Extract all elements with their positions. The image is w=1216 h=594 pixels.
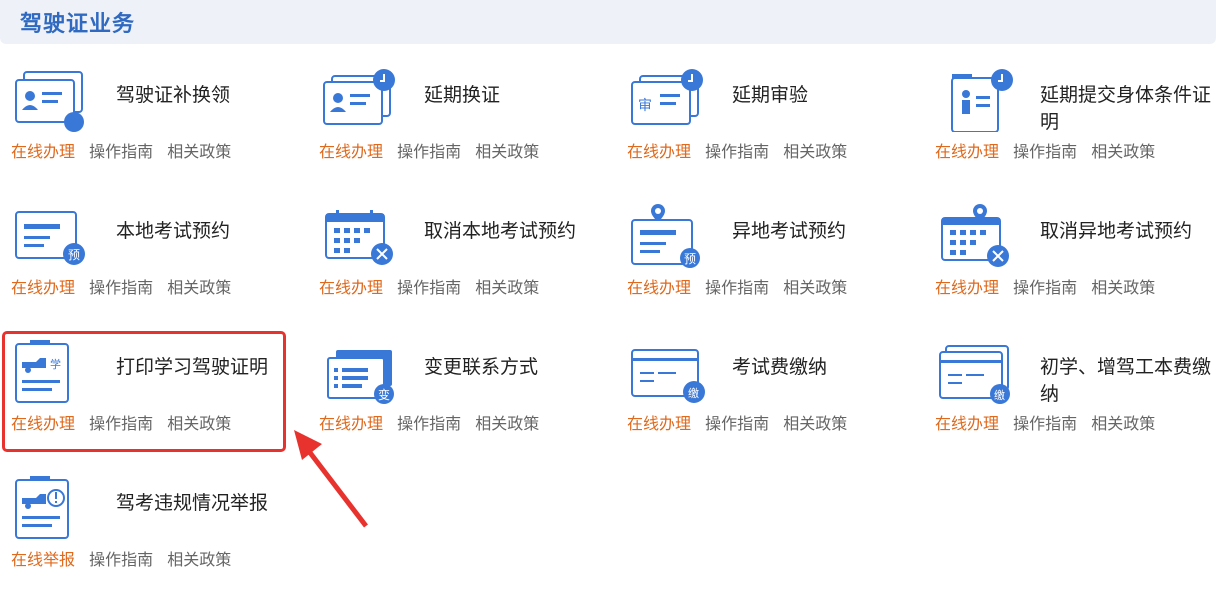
remote-exam-booking-icon: 预 (631, 204, 700, 268)
guide-link[interactable]: 操作指南 (1013, 142, 1077, 161)
policy-link[interactable]: 相关政策 (783, 142, 847, 161)
service-card-learner-fee-payment: 缴 初学、增驾工本费缴纳 在线办理 操作指南 相关政策 (924, 338, 1216, 458)
service-title: 取消异地考试预约 (1040, 220, 1193, 242)
license-extend-icon (323, 69, 395, 125)
online-handle-link[interactable]: 在线办理 (627, 414, 691, 433)
service-card-review-extend: 审 延期审验 在线办理 操作指南 相关政策 (616, 66, 916, 186)
service-card-health-certificate: 延期提交身体条件证明 在线办理 操作指南 相关政策 (924, 66, 1216, 186)
service-card-cancel-remote-exam: 取消异地考试预约 在线办理 操作指南 相关政策 (924, 202, 1216, 322)
local-exam-booking-icon: 预 (15, 211, 85, 265)
guide-link[interactable]: 操作指南 (705, 414, 769, 433)
annotation-arrow-icon (294, 430, 368, 528)
online-handle-link[interactable]: 在线办理 (627, 278, 691, 297)
policy-link[interactable]: 相关政策 (1091, 278, 1155, 297)
guide-link[interactable]: 操作指南 (397, 278, 461, 297)
online-handle-link[interactable]: 在线办理 (935, 142, 999, 161)
policy-link[interactable]: 相关政策 (167, 550, 231, 569)
service-card-license-extend: 延期换证 在线办理 操作指南 相关政策 (308, 66, 608, 186)
guide-link[interactable]: 操作指南 (705, 142, 769, 161)
badge-text: 预 (684, 252, 696, 266)
license-replace-icon (15, 71, 84, 132)
guide-link[interactable]: 操作指南 (397, 142, 461, 161)
section-header: 驾驶证业务 (0, 0, 1216, 44)
policy-link[interactable]: 相关政策 (167, 142, 231, 161)
policy-link[interactable]: 相关政策 (783, 414, 847, 433)
online-handle-link[interactable]: 在线办理 (935, 414, 999, 433)
learner-fee-payment-icon: 缴 (939, 345, 1010, 404)
badge-text: 审 (638, 98, 652, 114)
cancel-local-exam-icon (325, 210, 393, 265)
guide-link[interactable]: 操作指南 (397, 414, 461, 433)
service-card-remote-exam-booking: 预 异地考试预约 在线办理 操作指南 相关政策 (616, 202, 916, 322)
health-certificate-icon (951, 69, 1013, 132)
online-handle-link[interactable]: 在线办理 (935, 278, 999, 297)
guide-link[interactable]: 操作指南 (1013, 278, 1077, 297)
service-title: 延期换证 (424, 84, 501, 106)
policy-link[interactable]: 相关政策 (1091, 414, 1155, 433)
guide-link[interactable]: 操作指南 (1013, 414, 1077, 433)
policy-link[interactable]: 相关政策 (475, 142, 539, 161)
service-title: 变更联系方式 (424, 356, 539, 378)
online-handle-link[interactable]: 在线办理 (11, 142, 75, 161)
service-card-license-replace: 驾驶证补换领 在线办理 操作指南 相关政策 (0, 66, 300, 186)
section-title: 驾驶证业务 (20, 12, 136, 37)
service-title: 考试费缴纳 (732, 356, 828, 378)
service-title: 延期提交身体条件证明 (1040, 84, 1212, 133)
service-card-exam-fee-payment: 缴 考试费缴纳 在线办理 操作指南 相关政策 (616, 338, 916, 458)
online-handle-link[interactable]: 在线办理 (319, 142, 383, 161)
service-card-cancel-local-exam: 取消本地考试预约 在线办理 操作指南 相关政策 (308, 202, 608, 322)
online-handle-link[interactable]: 在线办理 (627, 142, 691, 161)
policy-link[interactable]: 相关政策 (167, 278, 231, 297)
service-title: 延期审验 (732, 84, 809, 106)
guide-link[interactable]: 操作指南 (89, 278, 153, 297)
online-handle-link[interactable]: 在线办理 (319, 278, 383, 297)
online-handle-link[interactable]: 在线办理 (11, 278, 75, 297)
service-title: 初学、增驾工本费缴纳 (1040, 356, 1212, 405)
service-title: 异地考试预约 (732, 220, 847, 242)
badge-text: 变 (378, 387, 390, 402)
badge-text: 缴 (688, 386, 699, 400)
service-title: 取消本地考试预约 (424, 220, 577, 242)
badge-text: 预 (68, 248, 80, 262)
guide-link[interactable]: 操作指南 (89, 550, 153, 569)
review-extend-icon: 审 (631, 69, 703, 125)
policy-link[interactable]: 相关政策 (1091, 142, 1155, 161)
guide-link[interactable]: 操作指南 (705, 278, 769, 297)
service-title: 本地考试预约 (116, 220, 231, 242)
policy-link[interactable]: 相关政策 (783, 278, 847, 297)
service-title: 驾驶证补换领 (116, 84, 231, 106)
change-contact-icon: 变 (327, 350, 394, 404)
highlight-box (2, 331, 286, 452)
policy-link[interactable]: 相关政策 (475, 414, 539, 433)
cancel-remote-exam-icon (941, 204, 1009, 267)
service-card-violation-report: 驾考违规情况举报 在线举报 操作指南 相关政策 (0, 474, 300, 594)
policy-link[interactable]: 相关政策 (475, 278, 539, 297)
violation-report-icon (15, 476, 69, 539)
badge-text: 缴 (994, 388, 1005, 402)
service-title: 驾考违规情况举报 (116, 492, 269, 514)
guide-link[interactable]: 操作指南 (89, 142, 153, 161)
exam-fee-payment-icon: 缴 (631, 349, 705, 403)
service-card-local-exam-booking: 预 本地考试预约 在线办理 操作指南 相关政策 (0, 202, 300, 322)
online-report-link[interactable]: 在线举报 (11, 550, 75, 569)
